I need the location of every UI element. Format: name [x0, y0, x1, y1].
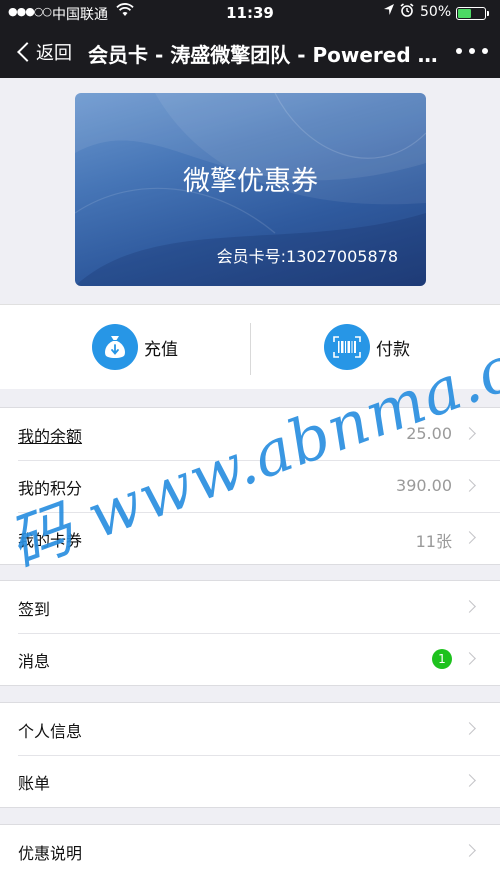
card-title: 微擎优惠券	[183, 166, 318, 197]
more-dot-icon	[482, 48, 488, 54]
coupons-value: 11张	[415, 532, 452, 551]
member-card[interactable]: 微擎优惠券 会员卡号:13027005878	[75, 93, 426, 286]
personal-info-label: 个人信息	[18, 722, 83, 741]
battery-nub	[487, 11, 489, 16]
alarm-clock-icon	[400, 3, 414, 21]
messages-row[interactable]: 消息 1	[0, 633, 500, 685]
action-divider	[250, 323, 251, 375]
status-bar: ●●●○○ 中国联通 11:39 50%	[0, 0, 500, 26]
balance-value: 25.00	[406, 424, 452, 443]
recharge-button[interactable]: 充值	[92, 322, 178, 372]
coupons-row[interactable]: 我的卡券 11张	[0, 512, 500, 564]
bill-row[interactable]: 账单	[0, 755, 500, 807]
battery-icon	[456, 7, 489, 20]
checkin-row[interactable]: 签到	[0, 581, 500, 633]
coupons-label: 我的卡券	[18, 531, 83, 550]
info-group: 优惠说明	[0, 824, 500, 889]
back-button[interactable]: 返回	[14, 38, 72, 66]
pay-label: 付款	[376, 339, 410, 360]
account-group: 我的余额 25.00 我的积分 390.00 我的卡券 11张	[0, 407, 500, 565]
chevron-right-icon	[463, 531, 476, 544]
chevron-right-icon	[463, 600, 476, 613]
back-label: 返回	[36, 43, 72, 64]
points-value: 390.00	[396, 476, 452, 495]
chevron-right-icon	[463, 652, 476, 665]
pay-button[interactable]: 付款	[324, 322, 410, 372]
bill-label: 账单	[18, 774, 51, 793]
money-bag-icon	[92, 324, 138, 370]
more-dot-icon	[456, 48, 462, 54]
location-arrow-icon	[383, 3, 395, 20]
unread-badge: 1	[432, 649, 452, 669]
action-strip: 充值 付款	[0, 304, 500, 389]
chevron-right-icon	[463, 774, 476, 787]
balance-row[interactable]: 我的余额 25.00	[0, 408, 500, 460]
points-label: 我的积分	[18, 479, 83, 498]
chevron-left-icon	[17, 42, 37, 62]
chevron-right-icon	[463, 479, 476, 492]
battery-percent: 50%	[420, 4, 452, 20]
recharge-label: 充值	[144, 339, 178, 360]
messages-label: 消息	[18, 652, 51, 671]
chevron-right-icon	[463, 844, 476, 857]
battery-fill	[458, 9, 471, 18]
discount-info-label: 优惠说明	[18, 844, 83, 863]
card-number: 会员卡号:13027005878	[216, 247, 398, 266]
discount-info-row[interactable]: 优惠说明	[0, 825, 500, 877]
navigation-bar: 返回 会员卡 - 涛盛微擎团队 - Powered by WE7.CC	[0, 26, 500, 78]
checkin-label: 签到	[18, 600, 51, 619]
barcode-icon	[324, 324, 370, 370]
page-title: 会员卡 - 涛盛微擎团队 - Powered by WE7.CC	[88, 43, 444, 67]
chevron-right-icon	[463, 427, 476, 440]
chevron-right-icon	[463, 722, 476, 735]
more-options-button[interactable]	[456, 38, 488, 64]
points-row[interactable]: 我的积分 390.00	[0, 460, 500, 512]
balance-label: 我的余额	[18, 427, 83, 446]
activity-group: 签到 消息 1	[0, 580, 500, 686]
more-dot-icon	[469, 48, 475, 54]
personal-info-row[interactable]: 个人信息	[0, 703, 500, 755]
profile-group: 个人信息 账单	[0, 702, 500, 808]
